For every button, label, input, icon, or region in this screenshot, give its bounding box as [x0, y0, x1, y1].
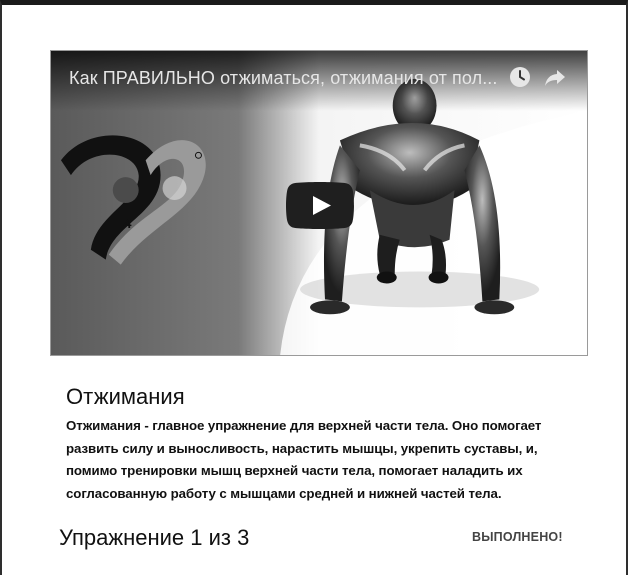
video-title[interactable]: Как ПРАВИЛЬНО отжиматься, отжимания от п… [69, 67, 499, 89]
done-button[interactable]: ВЫПОЛНЕНО! [472, 530, 563, 544]
play-icon[interactable] [286, 182, 354, 229]
exercise-page: 4 Как ПРАВИЛЬНО отжиматься, отжимания от… [0, 0, 628, 575]
exercise-info: Отжимания Отжимания - главное упражнение… [66, 383, 576, 505]
svg-text:4: 4 [124, 215, 132, 231]
video-player[interactable]: 4 Как ПРАВИЛЬНО отжиматься, отжимания от… [50, 50, 588, 356]
exercise-progress: Упражнение 1 из 3 [59, 525, 250, 550]
exercise-title: Отжимания [66, 384, 185, 409]
clock-icon[interactable] [508, 65, 532, 89]
share-arrow-icon[interactable] [543, 65, 567, 89]
exercise-description: Отжимания - главное упражнение для верхн… [66, 418, 542, 501]
